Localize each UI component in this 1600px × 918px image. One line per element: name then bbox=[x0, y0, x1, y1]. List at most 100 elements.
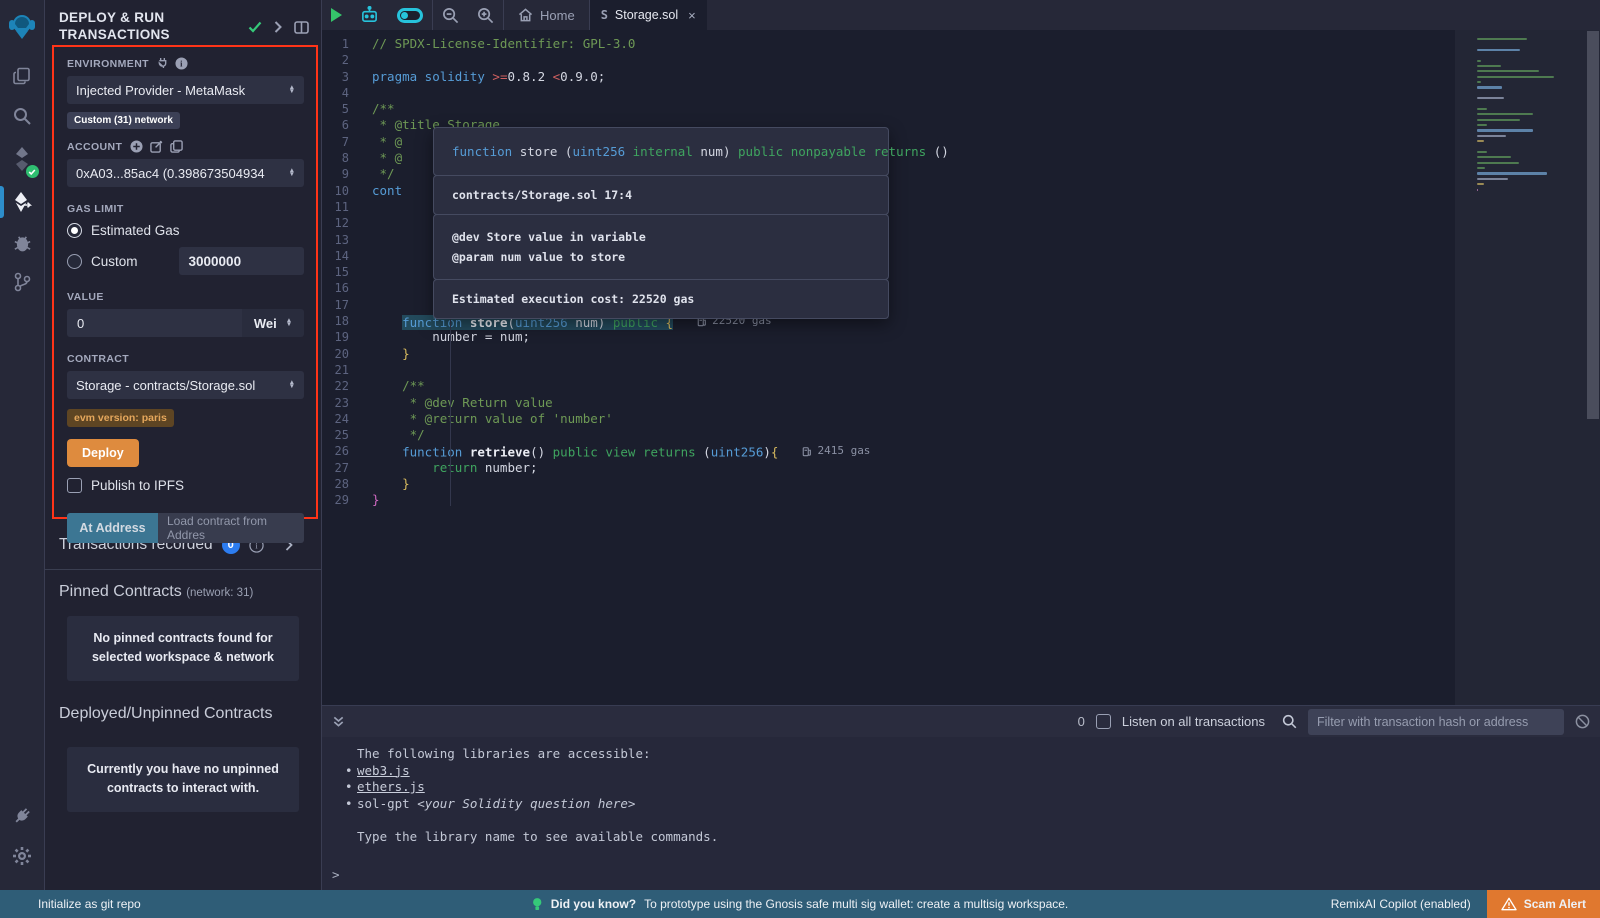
settings-gear-icon[interactable] bbox=[0, 836, 45, 876]
line-number[interactable]: 2 bbox=[322, 52, 372, 68]
code-token: /** bbox=[372, 101, 395, 116]
editor-scrollbar[interactable] bbox=[1587, 31, 1599, 419]
line-number[interactable]: 19 bbox=[322, 329, 372, 345]
add-account-icon[interactable] bbox=[130, 140, 143, 153]
plugin-manager-icon[interactable] bbox=[0, 796, 45, 836]
line-number[interactable]: 21 bbox=[322, 362, 372, 378]
code-token: () bbox=[926, 144, 949, 159]
copy-account-icon[interactable] bbox=[170, 140, 183, 153]
git-init-status[interactable]: Initialize as git repo bbox=[0, 897, 141, 911]
value-input[interactable]: 0 bbox=[67, 309, 242, 337]
zoom-in-icon[interactable] bbox=[468, 0, 503, 30]
plug-icon bbox=[157, 57, 168, 70]
deploy-run-icon[interactable] bbox=[0, 182, 45, 222]
panel-title: DEPLOY & RUN TRANSACTIONS bbox=[59, 9, 219, 43]
line-number[interactable]: 6 bbox=[322, 117, 372, 133]
account-select[interactable]: 0xA03...85ac4 (0.398673504934 ▲▼ bbox=[67, 159, 304, 187]
remix-logo-icon[interactable] bbox=[0, 6, 45, 46]
tab-home[interactable]: Home bbox=[504, 0, 589, 30]
terminal-output[interactable]: The following libraries are accessible:w… bbox=[322, 737, 1600, 889]
scam-alert-button[interactable]: Scam Alert bbox=[1487, 890, 1600, 918]
contract-select[interactable]: Storage - contracts/Storage.sol ▲▼ bbox=[67, 371, 304, 399]
line-number[interactable]: 1 bbox=[322, 36, 372, 52]
sign-message-icon[interactable] bbox=[150, 140, 163, 153]
git-icon[interactable] bbox=[0, 262, 45, 302]
terminal-filter-input[interactable]: Filter with transaction hash or address bbox=[1308, 709, 1564, 735]
minimap-line bbox=[1477, 162, 1519, 164]
warning-triangle-icon bbox=[1501, 897, 1517, 911]
publish-ipfs-label: Publish to IPFS bbox=[91, 478, 184, 493]
run-script-button[interactable] bbox=[322, 0, 351, 30]
close-tab-icon[interactable]: × bbox=[688, 8, 696, 23]
environment-info-icon[interactable]: i bbox=[175, 57, 188, 70]
code-token: pragma solidity bbox=[372, 69, 492, 84]
updown-arrows-icon: ▲▼ bbox=[289, 169, 295, 177]
line-number[interactable]: 23 bbox=[322, 395, 372, 411]
terminal: 0 Listen on all transactions Filter with… bbox=[322, 705, 1600, 890]
line-number[interactable]: 14 bbox=[322, 248, 372, 264]
minimap-line bbox=[1477, 140, 1484, 142]
deploy-button[interactable]: Deploy bbox=[67, 439, 139, 467]
line-number[interactable]: 16 bbox=[322, 280, 372, 296]
copilot-status[interactable]: RemixAI Copilot (enabled) bbox=[1331, 897, 1487, 911]
line-number[interactable]: 18 bbox=[322, 313, 372, 329]
chevron-right-icon[interactable] bbox=[274, 21, 282, 33]
at-address-button[interactable]: At Address bbox=[67, 513, 158, 543]
collapse-terminal-icon[interactable] bbox=[332, 715, 345, 728]
line-number[interactable]: 5 bbox=[322, 101, 372, 117]
at-address-input[interactable]: Load contract from Addres bbox=[158, 513, 304, 543]
zoom-out-icon[interactable] bbox=[433, 0, 468, 30]
code-token: nonpayable bbox=[791, 144, 866, 159]
line-number[interactable]: 11 bbox=[322, 199, 372, 215]
listen-all-transactions-label: Listen on all transactions bbox=[1122, 714, 1265, 729]
terminal-line bbox=[357, 812, 1600, 829]
publish-ipfs-checkbox[interactable] bbox=[67, 478, 82, 493]
line-number[interactable]: 17 bbox=[322, 297, 372, 313]
minimap-line bbox=[1477, 156, 1511, 158]
listen-all-transactions-checkbox[interactable] bbox=[1096, 714, 1111, 729]
file-explorer-icon[interactable] bbox=[0, 56, 45, 96]
minimap-line bbox=[1477, 183, 1484, 185]
line-number[interactable]: 13 bbox=[322, 232, 372, 248]
terminal-library-link[interactable]: web3.js bbox=[357, 763, 410, 778]
line-number[interactable]: 12 bbox=[322, 215, 372, 231]
code-line: 25 */ bbox=[322, 427, 1600, 443]
line-number[interactable]: 28 bbox=[322, 476, 372, 492]
pinned-network-subtitle: (network: 31) bbox=[186, 587, 253, 599]
line-number[interactable]: 7 bbox=[322, 134, 372, 150]
line-number[interactable]: 24 bbox=[322, 411, 372, 427]
terminal-library-link[interactable]: ethers.js bbox=[357, 779, 425, 794]
custom-gas-input[interactable]: 3000000 bbox=[179, 247, 304, 275]
line-number[interactable]: 22 bbox=[322, 378, 372, 394]
tab-storage-sol[interactable]: S Storage.sol × bbox=[590, 0, 707, 30]
ai-copilot-robot-icon[interactable] bbox=[351, 0, 388, 30]
solidity-compiler-icon[interactable] bbox=[0, 136, 45, 182]
line-number[interactable]: 8 bbox=[322, 150, 372, 166]
custom-gas-radio[interactable] bbox=[67, 254, 82, 269]
line-number[interactable]: 20 bbox=[322, 346, 372, 362]
line-number[interactable]: 15 bbox=[322, 264, 372, 280]
updown-arrows-icon: ▲▼ bbox=[289, 381, 295, 389]
code-token: uint256 bbox=[711, 445, 764, 460]
search-icon[interactable] bbox=[0, 96, 45, 136]
line-number[interactable]: 25 bbox=[322, 427, 372, 443]
environment-select[interactable]: Injected Provider - MetaMask ▲▼ bbox=[67, 76, 304, 104]
clear-terminal-icon[interactable] bbox=[1575, 714, 1590, 729]
line-number[interactable]: 9 bbox=[322, 166, 372, 182]
editor-minimap[interactable] bbox=[1455, 30, 1600, 705]
terminal-prompt[interactable]: > bbox=[332, 867, 340, 884]
pin-panel-icon[interactable] bbox=[294, 21, 309, 34]
terminal-search-icon[interactable] bbox=[1282, 714, 1297, 729]
terminal-line: ethers.js bbox=[357, 779, 1600, 796]
copilot-toggle[interactable] bbox=[388, 0, 432, 30]
value-unit-select[interactable]: Wei ▲▼ bbox=[242, 309, 304, 337]
debugger-icon[interactable] bbox=[0, 222, 45, 262]
line-number[interactable]: 29 bbox=[322, 492, 372, 508]
updown-arrows-icon: ▲▼ bbox=[289, 86, 295, 94]
line-number[interactable]: 27 bbox=[322, 460, 372, 476]
line-number[interactable]: 26 bbox=[322, 443, 372, 459]
line-number[interactable]: 3 bbox=[322, 69, 372, 85]
estimated-gas-radio[interactable] bbox=[67, 223, 82, 238]
line-number[interactable]: 10 bbox=[322, 183, 372, 199]
line-number[interactable]: 4 bbox=[322, 85, 372, 101]
